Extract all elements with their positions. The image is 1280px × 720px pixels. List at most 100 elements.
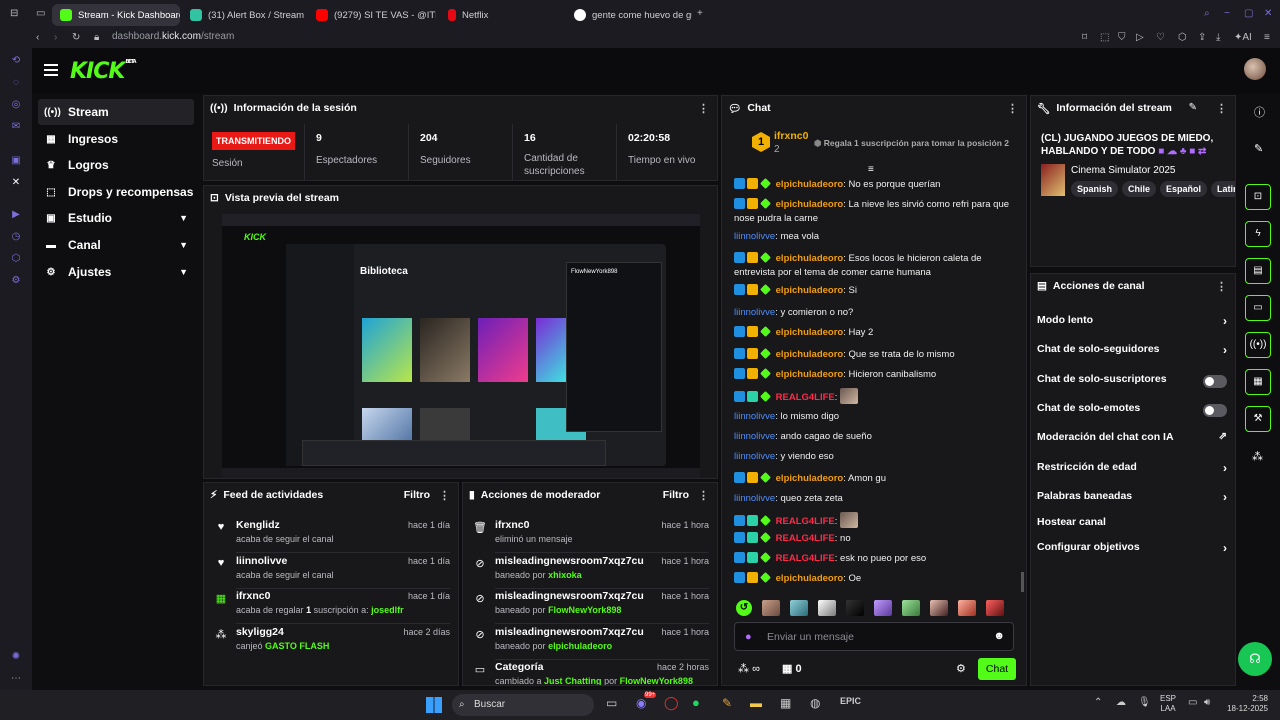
taskbar-search[interactable]: ⌕ Buscar — [452, 694, 594, 716]
hamburger-menu-icon[interactable] — [44, 64, 58, 76]
more-options-icon[interactable]: ⋮ — [1216, 280, 1227, 293]
play-icon[interactable]: ▷ — [1136, 32, 1144, 43]
chat-username[interactable]: liinnolivve — [734, 307, 775, 318]
game-name[interactable]: Cinema Simulator 2025 — [1071, 165, 1176, 176]
emoji-icon[interactable]: ☻ — [993, 630, 1005, 642]
discord-icon[interactable]: ◉ — [636, 696, 646, 710]
language-indicator[interactable]: ESP LAA — [1160, 694, 1176, 714]
rail-settings-icon[interactable]: ⚙ — [9, 274, 23, 288]
scrollbar[interactable] — [1021, 572, 1024, 592]
tab-kick-dashboard[interactable]: Stream - Kick Dashboard — [52, 4, 180, 26]
tag[interactable]: Latino — [1211, 181, 1235, 197]
tag[interactable]: Español — [1160, 181, 1208, 197]
avatar[interactable] — [1244, 58, 1266, 80]
task-view-icon[interactable]: ▭ — [606, 696, 617, 710]
chat-username[interactable]: liinnolivve — [734, 231, 775, 242]
emote-icon[interactable] — [874, 600, 892, 616]
rail-instagram-icon[interactable]: ◎ — [9, 98, 23, 112]
close-icon[interactable]: ✕ — [1264, 8, 1272, 19]
new-tab-icon[interactable]: + — [697, 8, 703, 19]
sidebar-item-drops[interactable]: ⬚ Drops y recompensas — [38, 179, 194, 205]
tag[interactable]: Chile — [1122, 181, 1157, 197]
rail-clock-icon[interactable]: ◷ — [9, 230, 23, 244]
edit-icon[interactable]: ✎ — [1189, 102, 1197, 113]
minimize-icon[interactable]: − — [1224, 8, 1230, 19]
emote-icon[interactable] — [818, 600, 836, 616]
top-gifter-name[interactable]: ifrxnc0 — [774, 130, 808, 142]
kick-emote-icon[interactable]: ↺ — [736, 600, 752, 616]
tab-alert-box[interactable]: (31) Alert Box / Streamlab — [182, 4, 304, 26]
info-icon[interactable]: ⓘ — [1254, 104, 1265, 120]
reload-icon[interactable]: ↻ — [72, 32, 80, 43]
gift-prompt[interactable]: ⬢ Regala 1 suscripción para tomar la pos… — [814, 138, 1009, 149]
action-host-channel[interactable]: Hostear canal — [1037, 516, 1227, 536]
screenshot-icon[interactable]: ⬚ — [1100, 32, 1109, 43]
download-icon[interactable]: ⤓ — [1216, 32, 1220, 43]
sidebar-item-stream[interactable]: ((•)) Stream — [38, 99, 194, 125]
kick-logo[interactable]: KICKBETA — [70, 59, 137, 84]
emote-icon[interactable] — [986, 600, 1004, 616]
tab-youtube[interactable]: (9279) SI TE VAS - @ITH — [308, 4, 436, 26]
shield-icon[interactable]: ⛉ — [1118, 32, 1126, 43]
rail-messenger-icon[interactable]: ◌ — [9, 76, 23, 90]
rail-cube-icon[interactable]: ⬡ — [9, 252, 23, 266]
network-icon[interactable]: ▭ — [1188, 697, 1197, 708]
steam-icon[interactable]: ◍ — [810, 696, 820, 710]
filter-button[interactable]: Filtro — [404, 489, 430, 501]
more-options-icon[interactable]: ⋮ — [439, 489, 450, 502]
chat-username[interactable]: elpichuladeoro — [776, 285, 844, 296]
clock[interactable]: 2:58 18-12-2025 — [1224, 694, 1268, 714]
file-explorer-icon[interactable]: ▬ — [750, 696, 762, 710]
ai-icon[interactable]: ✦AI — [1234, 32, 1252, 43]
action-followers-only[interactable]: Chat de solo-seguidores › — [1037, 343, 1227, 363]
sidebar-item-ingresos[interactable]: ▦ Ingresos — [38, 126, 194, 152]
toggle-switch[interactable] — [1203, 375, 1227, 388]
rail-session-button[interactable]: ((•)) — [1245, 332, 1271, 358]
bookmark-icon[interactable]: ⌑ — [1082, 32, 1087, 43]
points-icon[interactable]: ⁂ — [1252, 450, 1263, 463]
url-field[interactable]: dashboard.kick.com/stream — [112, 31, 234, 42]
action-slow-mode[interactable]: Modo lento › — [1037, 314, 1227, 334]
forward-icon[interactable]: › — [54, 32, 57, 43]
sidebar-item-estudio[interactable]: ▣ Estudio ▼ — [38, 205, 194, 231]
rail-chat-button[interactable]: ▭ — [1245, 295, 1271, 321]
toggle-switch[interactable] — [1203, 404, 1227, 417]
chat-username[interactable]: liinnolivve — [734, 411, 775, 422]
back-icon[interactable]: ‹ — [36, 32, 39, 43]
chat-username[interactable]: liinnolivve — [734, 451, 775, 462]
tag[interactable]: Spanish — [1071, 181, 1119, 197]
action-subscribers-only[interactable]: Chat de solo-suscriptores — [1037, 373, 1227, 393]
emote-icon[interactable] — [762, 600, 780, 616]
search-icon[interactable]: ⌕ — [1204, 8, 1210, 19]
tray-cloud-icon[interactable]: ☁ — [1116, 697, 1126, 708]
chat-username[interactable]: elpichuladeoro — [776, 369, 844, 380]
windows-start-icon[interactable] — [426, 697, 442, 713]
action-emotes-only[interactable]: Chat de solo-emotes — [1037, 402, 1227, 422]
store-icon[interactable]: ▦ — [780, 696, 791, 710]
rail-mail-icon[interactable]: ✉ — [9, 120, 23, 134]
app-icon[interactable]: ✎ — [722, 696, 732, 710]
more-options-icon[interactable]: ⋮ — [1007, 102, 1018, 115]
filter-button[interactable]: Filtro — [663, 489, 689, 501]
microphone-icon[interactable]: 🎙︎ — [1138, 697, 1151, 708]
rail-gx-icon[interactable]: ✺ — [9, 650, 23, 664]
tray-chevron-icon[interactable]: ⌃ — [1094, 697, 1102, 708]
rail-x-icon[interactable]: ✕ — [9, 176, 23, 190]
chat-username[interactable]: liinnolivve — [734, 493, 775, 504]
collapse-icon[interactable]: ≡ — [868, 164, 874, 175]
send-chat-button[interactable]: Chat — [978, 658, 1016, 680]
action-configure-goals[interactable]: Configurar objetivos › — [1037, 541, 1227, 561]
chat-username[interactable]: elpichuladeoro — [776, 349, 844, 360]
workspace-icon[interactable]: ⊟ — [10, 8, 18, 19]
heart-icon[interactable]: ♡ — [1156, 32, 1165, 43]
sidebar-item-logros[interactable]: ♛ Logros — [38, 152, 194, 178]
chat-username[interactable]: elpichuladeoro — [776, 473, 844, 484]
gift-count[interactable]: ▦ 0 — [782, 662, 802, 675]
chat-username[interactable]: REALG4LIFE — [776, 533, 835, 544]
emote-icon[interactable] — [902, 600, 920, 616]
stream-preview-video[interactable]: KICK Biblioteca FlowNewYork898 — [222, 214, 700, 478]
share-icon[interactable]: ⇪ — [1198, 32, 1206, 43]
chat-username[interactable]: REALG4LIFE — [776, 553, 835, 564]
emote-icon[interactable] — [790, 600, 808, 616]
chat-username[interactable]: elpichuladeoro — [776, 327, 844, 338]
